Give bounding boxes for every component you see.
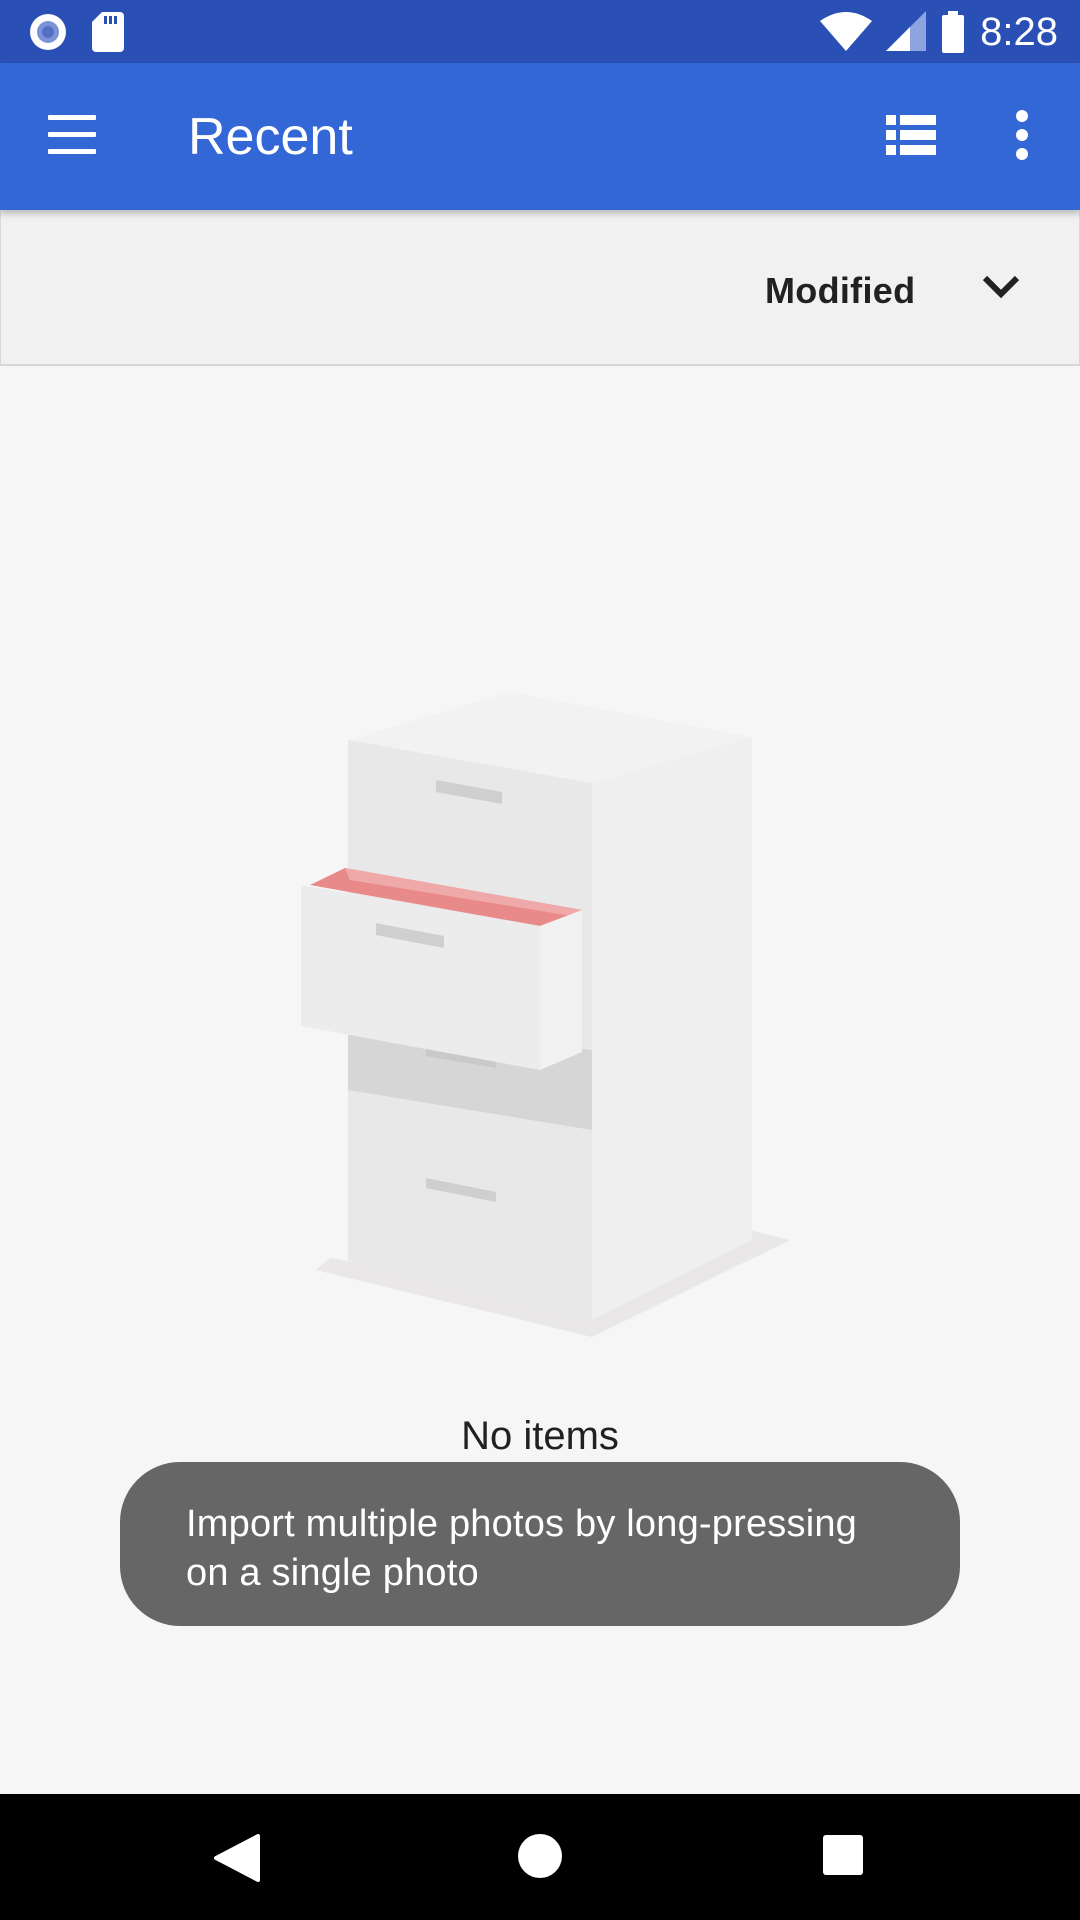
recents-icon[interactable] xyxy=(822,1834,864,1876)
more-vert-icon[interactable] xyxy=(1002,109,1042,161)
status-time: 8:28 xyxy=(980,10,1058,54)
empty-state-message: No items xyxy=(461,1414,619,1458)
list-view-icon[interactable] xyxy=(886,113,936,157)
filing-cabinet-illustration xyxy=(301,692,790,1337)
chevron-down-icon xyxy=(982,275,1020,299)
sd-card-icon xyxy=(92,12,124,52)
navigation-bar xyxy=(0,1794,1080,1920)
toast-message: Import multiple photos by long-pressing … xyxy=(186,1503,858,1594)
app-bar: Recent xyxy=(0,63,1080,210)
home-icon[interactable] xyxy=(516,1832,564,1880)
page-title: Recent xyxy=(188,108,353,166)
status-right-icons: 8:28 xyxy=(820,8,1058,56)
toast: Import multiple photos by long-pressing … xyxy=(120,1462,960,1626)
status-left-icons xyxy=(28,12,124,52)
cell-signal-icon xyxy=(886,11,927,51)
hamburger-menu-icon[interactable] xyxy=(44,113,102,157)
sort-label: Modified xyxy=(765,270,916,311)
back-icon[interactable] xyxy=(212,1834,262,1882)
status-bar: 8:28 xyxy=(0,0,1080,63)
sort-dropdown[interactable]: Modified xyxy=(741,254,1041,324)
screen: 8:28 Recent Modified No items Import mul… xyxy=(0,0,1080,1920)
battery-icon xyxy=(942,11,965,53)
notification-dot-icon xyxy=(30,14,66,50)
wifi-icon xyxy=(820,12,873,51)
sort-bar: Modified xyxy=(0,210,1080,366)
